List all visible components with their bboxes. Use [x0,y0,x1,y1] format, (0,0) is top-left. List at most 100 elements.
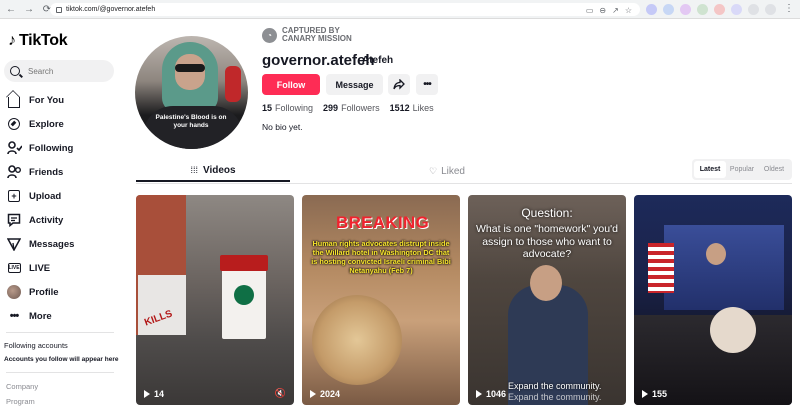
followers-stat[interactable]: 299 Followers [323,103,380,113]
question-overlay-title: Question: [521,206,573,220]
video-footer-caption-echo: Expand the community. [508,392,602,402]
sidebar-item-messages[interactable]: Messages [6,232,74,256]
following-stat[interactable]: 15 Following [262,103,313,113]
profile-bio: No bio yet. [262,122,303,132]
extension-icon[interactable] [714,4,725,15]
share-profile-button[interactable] [388,74,410,95]
play-icon [310,390,316,398]
footer-link-company[interactable]: Company [6,382,38,391]
sidebar-item-upload[interactable]: + Upload [6,184,74,208]
sidebar-item-label: Messages [29,238,75,250]
sidebar-divider [6,372,114,373]
activity-icon [6,212,22,228]
breaking-overlay-title: BREAKING [336,213,430,232]
search-box[interactable] [4,60,114,82]
badge-line-2: CANARY MISSION [282,34,352,44]
sidebar-divider [6,332,114,333]
likes-stat: 1512 Likes [389,103,434,113]
profile-username: governor.atefeh [262,52,375,69]
extension-icon[interactable] [646,4,657,15]
sidebar-item-label: Explore [29,118,64,130]
question-overlay-text: What is one "homework" you'd assign to t… [476,223,618,261]
tiktok-note-icon: ♪ [8,32,16,49]
sort-oldest[interactable]: Oldest [758,161,790,178]
search-icon [10,66,20,76]
view-count: 14 [144,389,164,399]
share-icon[interactable]: ↗ [612,6,619,15]
sidebar-item-label: Upload [29,190,62,202]
video-card[interactable]: 155 [634,195,792,405]
more-horizontal-icon: ••• [423,79,431,90]
tiktok-logo[interactable]: ♪ TikTok [8,32,68,50]
sidebar-item-profile[interactable]: Profile [6,280,74,304]
canary-mission-badge: ◔ CAPTURED BY CANARY MISSION [262,26,352,44]
logo-wordmark: TikTok [19,32,68,49]
starbucks-cup-prop [220,255,268,339]
compass-icon [6,116,22,132]
profile-avatar[interactable]: Palestine's Blood is on your hands [135,36,248,149]
share-arrow-icon [393,79,405,90]
canary-icon: ◔ [262,27,277,43]
extensions-tray [646,4,776,15]
play-icon [476,390,482,398]
extension-icon[interactable] [731,4,742,15]
browser-profile-icon[interactable] [765,4,776,15]
footer-link-program[interactable]: Program [6,397,35,406]
sidebar-item-live[interactable]: LIVE LIVE [6,256,74,280]
following-accounts-hint: Accounts you follow will appear here [4,356,119,363]
back-icon[interactable]: ← [4,2,18,16]
zoom-icon[interactable]: ⊖ [599,6,606,15]
live-icon: LIVE [7,263,21,273]
extension-icon[interactable] [748,4,759,15]
message-button[interactable]: Message [326,74,383,95]
sort-latest[interactable]: Latest [694,161,726,178]
video-footer-caption: Expand the community. [508,381,602,391]
sidebar-item-activity[interactable]: Activity [6,208,74,232]
video-card[interactable]: KILLS 14 🔇 [136,195,294,405]
sunglasses [175,64,205,72]
video-overlay-caption: Human rights advocates distrupt inside t… [311,239,451,276]
bookmark-star-icon[interactable]: ☆ [625,6,632,15]
sidebar-item-more[interactable]: ••• More [6,304,74,328]
view-count: 155 [642,389,667,399]
profile-stats: 15 Following 299 Followers 1512 Likes [262,103,434,113]
extension-icon[interactable] [663,4,674,15]
friends-icon [6,164,22,180]
sort-popular[interactable]: Popular [726,161,758,178]
sidebar-item-label: Friends [29,166,64,178]
search-input[interactable] [28,66,108,76]
extension-icon[interactable] [697,4,708,15]
follow-button[interactable]: Follow [262,74,320,95]
more-dots-icon: ••• [9,310,20,322]
grid-icon: ⁞⁞⁞ [190,165,198,175]
sidebar-item-label: Following [29,142,74,154]
sidebar-item-explore[interactable]: Explore [6,112,74,136]
mute-icon[interactable]: 🔇 [275,388,286,399]
sidebar-item-for-you[interactable]: For You [6,88,74,112]
sidebar: ♪ TikTok For You Explore Following Frien… [0,20,122,410]
following-icon [6,140,22,156]
sidebar-item-friends[interactable]: Friends [6,160,74,184]
tab-liked[interactable]: ♡ Liked [370,160,524,182]
view-count: 2024 [310,389,340,399]
avatar-shirt-text: Palestine's Blood is on your hands [155,114,227,129]
sidebar-item-label: For You [29,94,65,106]
video-card[interactable]: BREAKING Human rights advocates distrupt… [302,195,460,405]
sidebar-item-following[interactable]: Following [6,136,74,160]
url-text: tiktok.com/@governor.atefeh [66,6,156,13]
forward-icon[interactable]: → [22,2,36,16]
cast-icon[interactable]: ▭ [586,6,594,15]
video-card[interactable]: Question: What is one "homework" you'd a… [468,195,626,405]
heart-lock-icon: ♡ [429,165,438,176]
address-bar[interactable]: tiktok.com/@governor.atefeh ▭ ⊖ ↗ ☆ [50,3,640,16]
site-info-icon[interactable] [56,6,62,13]
upload-icon: + [6,188,22,204]
sidebar-nav: For You Explore Following Friends + Uplo… [6,88,74,328]
more-options-button[interactable]: ••• [416,74,438,95]
sidebar-item-label: Activity [29,214,64,226]
tab-videos[interactable]: ⁞⁞⁞ Videos [136,160,290,182]
extension-icon[interactable] [680,4,691,15]
following-accounts-title: Following accounts [4,341,68,350]
sort-segmented-control: Latest Popular Oldest [692,159,792,180]
browser-menu-icon[interactable]: ⋮ [784,3,794,14]
